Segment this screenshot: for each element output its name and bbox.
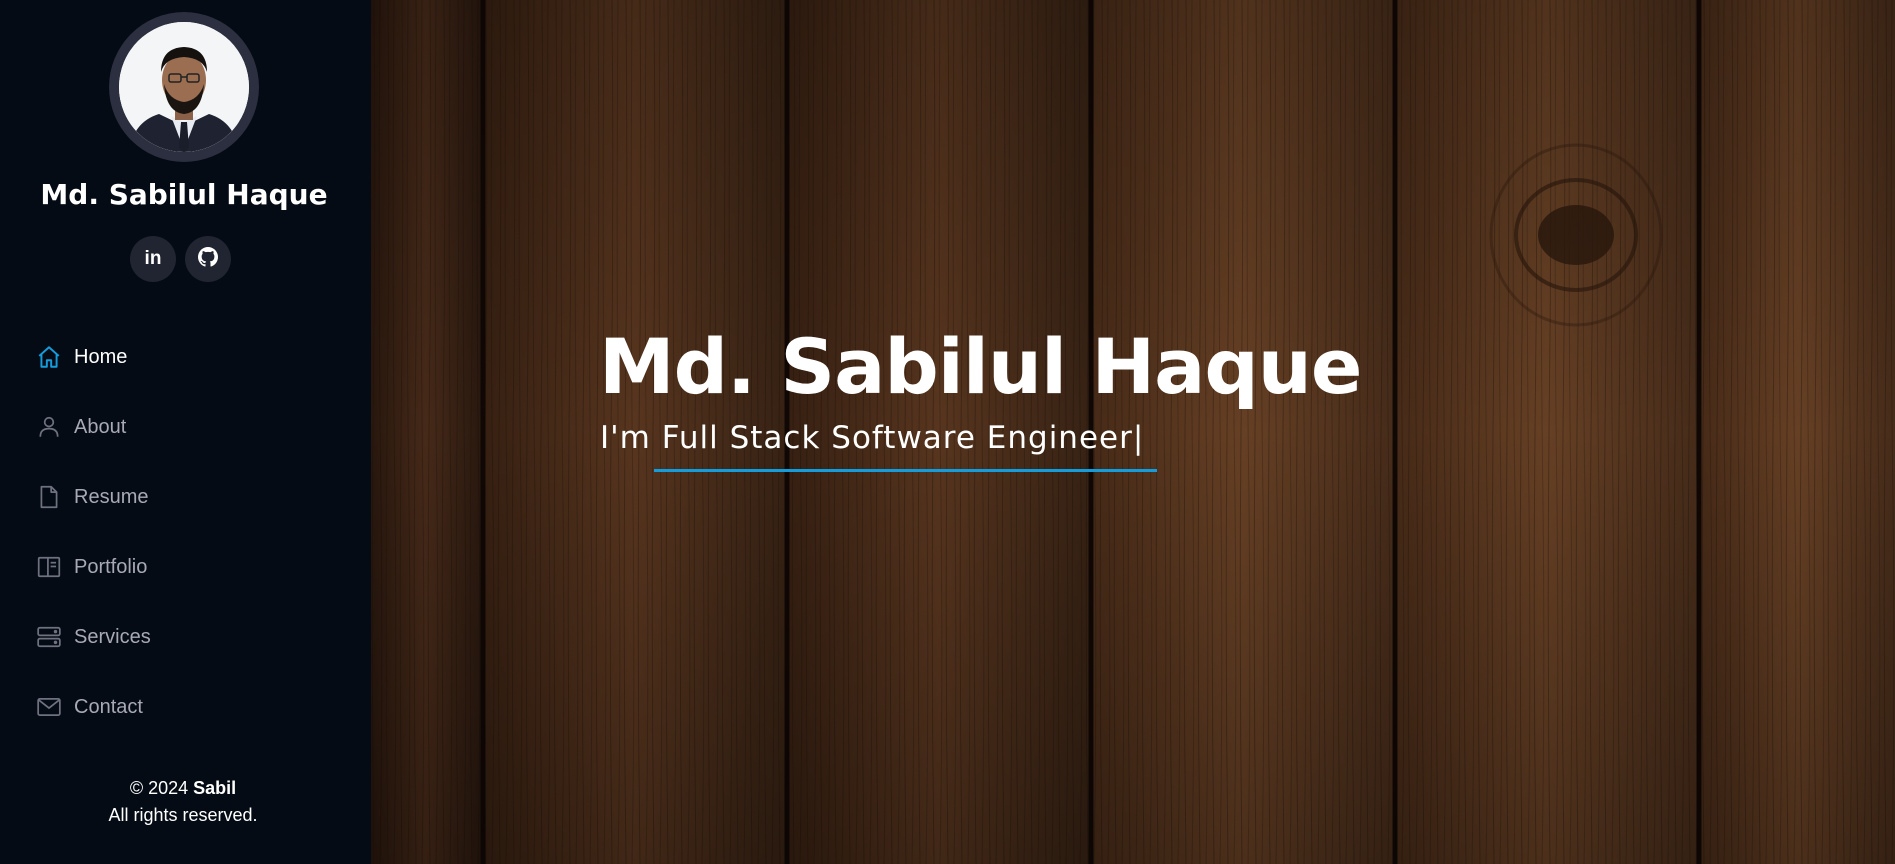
file-icon <box>35 483 63 511</box>
copyright: © 2024 Sabil All rights reserved. <box>0 775 366 829</box>
nav-label-about: About <box>74 415 127 438</box>
github-button[interactable] <box>185 236 231 282</box>
hero-section: Md. Sabilul Haque I'm Full Stack Softwar… <box>371 0 1895 864</box>
tagline-prefix: I'm <box>600 420 651 456</box>
main-nav: Home About Resume Portfolio Services Con… <box>0 322 371 742</box>
layout-icon <box>35 553 63 581</box>
nav-label-contact: Contact <box>74 695 143 718</box>
nav-label-home: Home <box>74 345 128 368</box>
nav-item-services[interactable]: Services <box>0 602 371 672</box>
avatar <box>109 12 259 162</box>
nav-item-about[interactable]: About <box>0 392 371 462</box>
profile-photo <box>119 22 249 152</box>
envelope-icon <box>35 693 63 721</box>
github-icon <box>198 247 218 271</box>
sidebar: Md. Sabilul Haque in Home About Resume P… <box>0 0 371 864</box>
server-icon <box>35 623 63 651</box>
tagline-underline <box>654 469 1157 472</box>
nav-label-resume: Resume <box>74 485 149 508</box>
nav-item-portfolio[interactable]: Portfolio <box>0 532 371 602</box>
typing-caret: | <box>1132 420 1145 456</box>
person-icon <box>35 413 63 441</box>
nav-label-portfolio: Portfolio <box>74 555 148 578</box>
copyright-rights: All rights reserved. <box>108 805 258 825</box>
house-icon <box>35 343 63 371</box>
nav-item-resume[interactable]: Resume <box>0 462 371 532</box>
nav-label-services: Services <box>74 625 151 648</box>
hero-tagline: I'm Full Stack Software Engineer| <box>600 420 1144 456</box>
nav-item-home[interactable]: Home <box>0 322 371 392</box>
nav-item-contact[interactable]: Contact <box>0 672 371 742</box>
tagline-typed: Full Stack Software Engineer <box>661 420 1133 456</box>
linkedin-icon: in <box>144 248 162 269</box>
copyright-year: © 2024 <box>129 778 189 798</box>
copyright-owner: Sabil <box>193 778 237 798</box>
portfolio-page: Md. Sabilul Haque in Home About Resume P… <box>0 0 1895 864</box>
social-links: in <box>130 236 231 282</box>
profile-name: Md. Sabilul Haque <box>40 178 328 211</box>
linkedin-button[interactable]: in <box>130 236 176 282</box>
hero-title: Md. Sabilul Haque <box>599 322 1362 411</box>
